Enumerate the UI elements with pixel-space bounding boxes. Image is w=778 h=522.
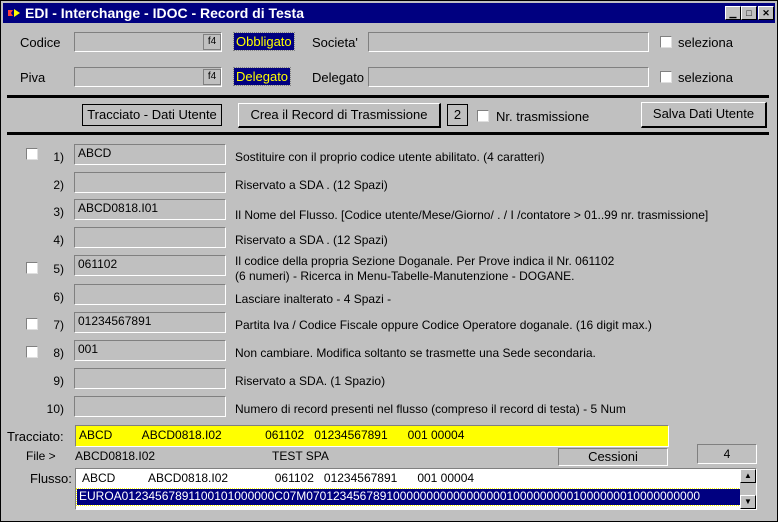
cessioni-count: 4 [697, 444, 757, 464]
flusso-label: Flusso: [30, 471, 72, 486]
salva-dati-utente-button[interactable]: Salva Dati Utente [641, 102, 767, 128]
scroll-up-icon[interactable]: ▲ [740, 469, 756, 483]
nr-trasmissione-checkbox[interactable] [477, 110, 489, 122]
piva-f4-button[interactable]: f4 [203, 69, 221, 85]
obbligato-badge: Obbligato [233, 32, 295, 51]
maximize-icon[interactable]: □ [741, 6, 757, 20]
app-icon [6, 6, 22, 20]
main-window: EDI - Interchange - IDOC - Record di Tes… [0, 0, 778, 522]
row-5-description-line2: (6 numeri) - Ricerca in Menu-Tabelle-Man… [235, 269, 575, 283]
flusso-textarea[interactable]: ABCD ABCD0818.I02 061102 01234567891 001… [75, 468, 757, 510]
row-7-number: 7) [53, 318, 64, 332]
tracciato-label: Tracciato: [7, 429, 64, 444]
seleziona-label-1: seleziona [678, 35, 733, 50]
scroll-down-icon[interactable]: ▼ [740, 495, 756, 509]
codice-label: Codice [20, 35, 61, 50]
row-4-description: Riservato a SDA . (12 Spazi) [235, 233, 388, 247]
file-label: File > [26, 449, 56, 463]
row-5-description: Il codice della propria Sezione Doganale… [235, 254, 615, 268]
tracciato-dati-utente-tab[interactable]: Tracciato - Dati Utente [82, 104, 222, 126]
codice-field[interactable] [74, 32, 222, 52]
delegato-badge: Delegato [232, 67, 292, 86]
row-10-description: Numero di record presenti nel flusso (co… [235, 402, 626, 416]
row-3-number: 3) [53, 205, 64, 219]
close-icon[interactable]: ✕ [758, 6, 774, 20]
seleziona-label-2: seleziona [678, 70, 733, 85]
piva-field[interactable] [74, 67, 222, 87]
seleziona-checkbox-2[interactable] [660, 71, 672, 83]
flusso-line-1: ABCD ABCD0818.I02 061102 01234567891 001… [82, 471, 475, 485]
row-6-field[interactable] [74, 284, 226, 305]
row-10-field[interactable] [74, 396, 226, 417]
row-5-number: 5) [53, 262, 64, 276]
row-4-field[interactable] [74, 227, 226, 248]
row-4-number: 4) [53, 233, 64, 247]
row-10-number: 10) [46, 402, 64, 416]
tracciato-output[interactable]: ABCD ABCD0818.I02 061102 01234567891 001… [75, 425, 669, 447]
row-9-field[interactable] [74, 368, 226, 389]
crea-record-button[interactable]: Crea il Record di Trasmissione [238, 103, 441, 128]
row-9-description: Riservato a SDA. (1 Spazio) [235, 374, 386, 388]
minimize-icon[interactable]: ▁ [725, 6, 741, 20]
row-5-field[interactable]: 061102 [74, 255, 226, 276]
row-7-description: Partita Iva / Codice Fiscale oppure Codi… [235, 318, 652, 332]
row-2-number: 2) [53, 178, 64, 192]
row-9-number: 9) [53, 374, 64, 388]
codice-f4-button[interactable]: f4 [203, 34, 221, 50]
nr-trasmissione-label: Nr. trasmissione [496, 109, 590, 124]
row-7-field[interactable]: 01234567891 [74, 312, 226, 333]
delegato-field[interactable] [368, 67, 649, 87]
flusso-scrollbar[interactable]: ▲ ▼ [740, 469, 756, 509]
row-2-field[interactable] [74, 172, 226, 193]
row-1-number: 1) [53, 150, 64, 164]
separator-middle [7, 132, 769, 135]
row-2-description: Riservato a SDA . (12 Spazi) [235, 178, 388, 192]
seleziona-checkbox-1[interactable] [660, 36, 672, 48]
file-name: ABCD0818.I02 [75, 449, 156, 463]
row-1-field[interactable]: ABCD [74, 144, 226, 165]
title-bar[interactable]: EDI - Interchange - IDOC - Record di Tes… [3, 3, 775, 23]
row-8-field[interactable]: 001 [74, 340, 226, 361]
row-6-description: Lasciare inalterato - 4 Spazi - [235, 292, 392, 306]
company-name: TEST SPA [272, 449, 329, 463]
row-3-description: Il Nome del Flusso. [Codice utente/Mese/… [235, 208, 709, 222]
row-6-number: 6) [53, 290, 64, 304]
piva-label: Piva [20, 70, 46, 85]
window-title: EDI - Interchange - IDOC - Record di Tes… [25, 5, 305, 21]
societa-label: Societa' [312, 35, 358, 50]
nr-trasmissione-value[interactable]: 2 [447, 104, 468, 126]
flusso-line-2-selected: EUROA01234567891100101000000C07M07012345… [76, 488, 741, 506]
separator-top [7, 95, 769, 98]
cessioni-field[interactable]: Cessioni [558, 448, 668, 466]
delegato-label: Delegato [312, 70, 365, 85]
row-3-field[interactable]: ABCD0818.I01 [74, 199, 226, 220]
row-1-description: Sostituire con il proprio codice utente … [235, 150, 545, 164]
row-8-number: 8) [53, 346, 64, 360]
societa-field[interactable] [368, 32, 649, 52]
row-8-description: Non cambiare. Modifica soltanto se trasm… [235, 346, 596, 360]
